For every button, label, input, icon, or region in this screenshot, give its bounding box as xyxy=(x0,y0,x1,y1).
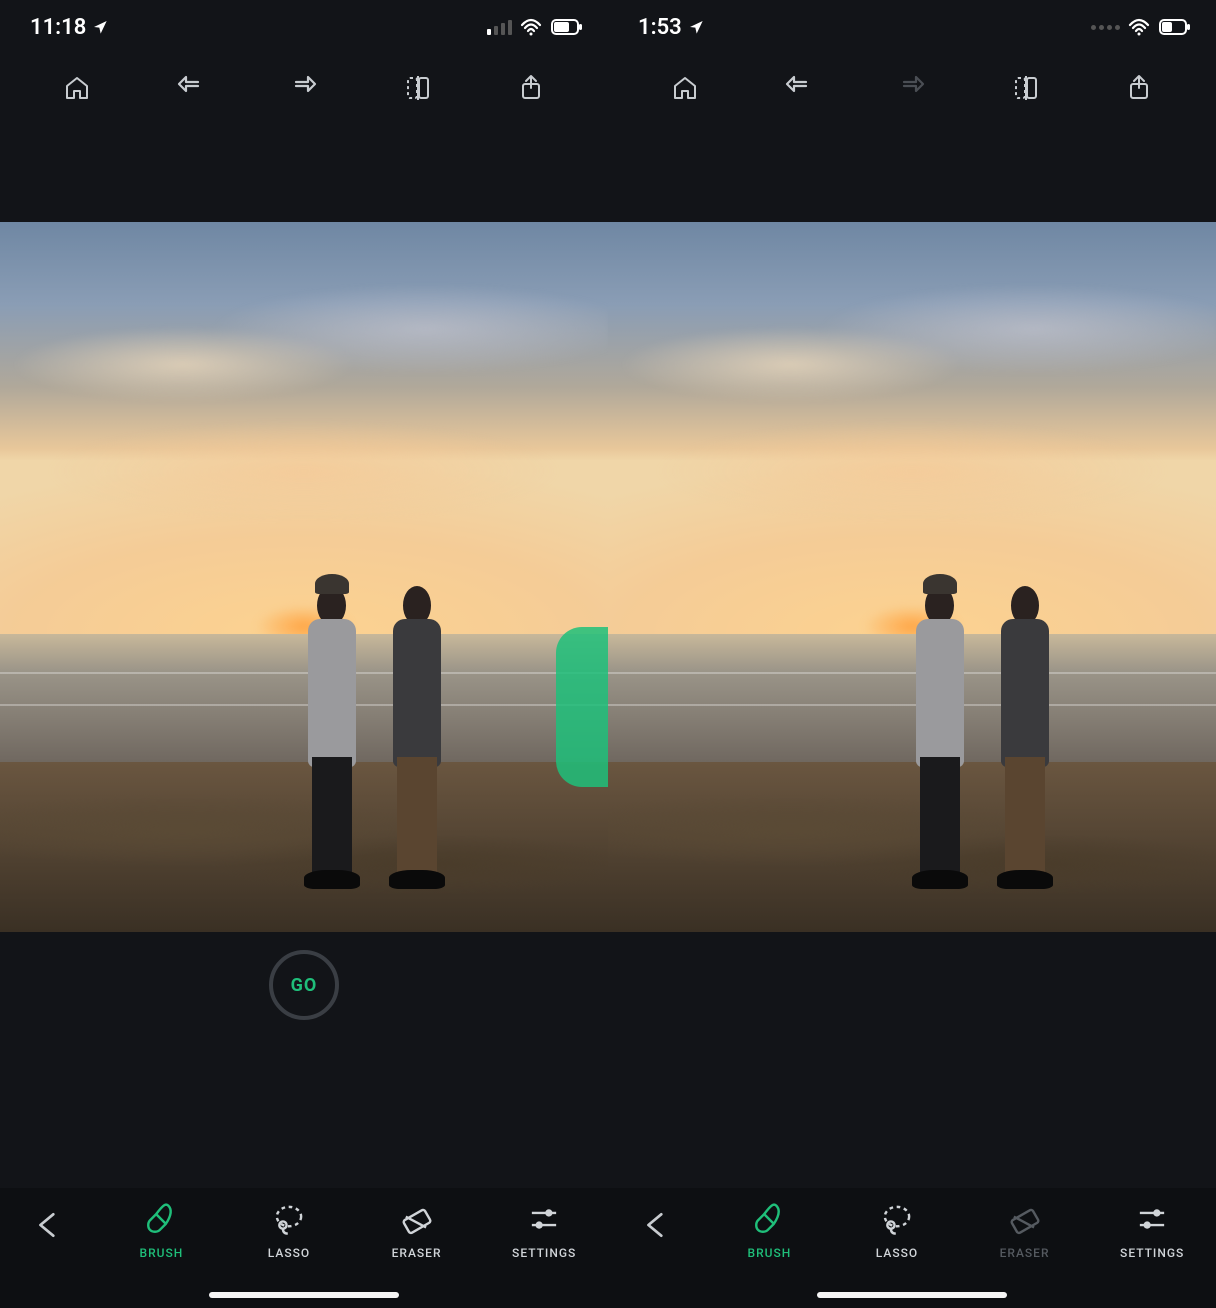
lasso-icon xyxy=(880,1202,914,1236)
battery-icon xyxy=(550,17,584,37)
tool-label: BRUSH xyxy=(140,1246,184,1260)
screen-right: 1:53 BRUSH xyxy=(608,0,1216,1308)
compare-button[interactable] xyxy=(398,68,438,108)
photo[interactable] xyxy=(608,222,1216,932)
tool-settings[interactable]: SETTINGS xyxy=(489,1202,599,1260)
status-time: 1:53 xyxy=(638,15,682,40)
go-button[interactable]: GO xyxy=(269,950,339,1020)
bottom-toolbar: BRUSH LASSO ERASER SETTINGS xyxy=(0,1188,608,1308)
photo-container xyxy=(608,222,1216,932)
status-time: 11:18 xyxy=(30,15,86,40)
location-icon xyxy=(92,19,108,35)
eraser-icon xyxy=(1008,1202,1042,1236)
tool-label: BRUSH xyxy=(748,1246,792,1260)
eraser-icon xyxy=(400,1202,434,1236)
status-bar: 1:53 xyxy=(608,0,1216,54)
tool-settings[interactable]: SETTINGS xyxy=(1097,1202,1207,1260)
tool-lasso[interactable]: LASSO xyxy=(234,1202,344,1260)
cellular-signal-icon xyxy=(1091,25,1120,30)
home-button[interactable] xyxy=(665,68,705,108)
home-indicator[interactable] xyxy=(817,1292,1007,1298)
tool-label: LASSO xyxy=(268,1246,310,1260)
compare-button[interactable] xyxy=(1006,68,1046,108)
wifi-icon xyxy=(1128,17,1150,37)
canvas-area xyxy=(608,122,1216,1188)
undo-button[interactable] xyxy=(778,68,818,108)
location-icon xyxy=(688,19,704,35)
bottom-toolbar: BRUSH LASSO ERASER SETTINGS xyxy=(608,1188,1216,1308)
brush-icon xyxy=(144,1202,178,1236)
go-label: GO xyxy=(291,975,318,996)
settings-icon xyxy=(1135,1202,1169,1236)
top-toolbar xyxy=(608,54,1216,122)
tool-label: LASSO xyxy=(876,1246,918,1260)
cellular-signal-icon xyxy=(487,20,512,35)
photo[interactable] xyxy=(0,222,608,932)
tool-label: ERASER xyxy=(1000,1246,1050,1260)
brush-selection-mark xyxy=(556,627,608,787)
tool-eraser[interactable]: ERASER xyxy=(362,1202,472,1260)
settings-icon xyxy=(527,1202,561,1236)
lasso-icon xyxy=(272,1202,306,1236)
home-indicator[interactable] xyxy=(209,1292,399,1298)
tool-label: ERASER xyxy=(392,1246,442,1260)
status-bar: 11:18 xyxy=(0,0,608,54)
share-button[interactable] xyxy=(511,68,551,108)
tool-brush[interactable]: BRUSH xyxy=(106,1202,216,1260)
redo-button[interactable] xyxy=(284,68,324,108)
tool-eraser: ERASER xyxy=(970,1202,1080,1260)
undo-button[interactable] xyxy=(170,68,210,108)
share-button[interactable] xyxy=(1119,68,1159,108)
battery-icon xyxy=(1158,17,1192,37)
tool-label: SETTINGS xyxy=(1120,1246,1184,1260)
redo-button xyxy=(892,68,932,108)
screen-left: 11:18 GO xyxy=(0,0,608,1308)
tool-lasso[interactable]: LASSO xyxy=(842,1202,952,1260)
wifi-icon xyxy=(520,17,542,37)
back-button[interactable] xyxy=(617,1202,697,1240)
canvas-area: GO xyxy=(0,122,608,1188)
home-button[interactable] xyxy=(57,68,97,108)
back-button[interactable] xyxy=(9,1202,89,1240)
tool-label: SETTINGS xyxy=(512,1246,576,1260)
photo-container xyxy=(0,222,608,932)
brush-icon xyxy=(752,1202,786,1236)
top-toolbar xyxy=(0,54,608,122)
tool-brush[interactable]: BRUSH xyxy=(714,1202,824,1260)
